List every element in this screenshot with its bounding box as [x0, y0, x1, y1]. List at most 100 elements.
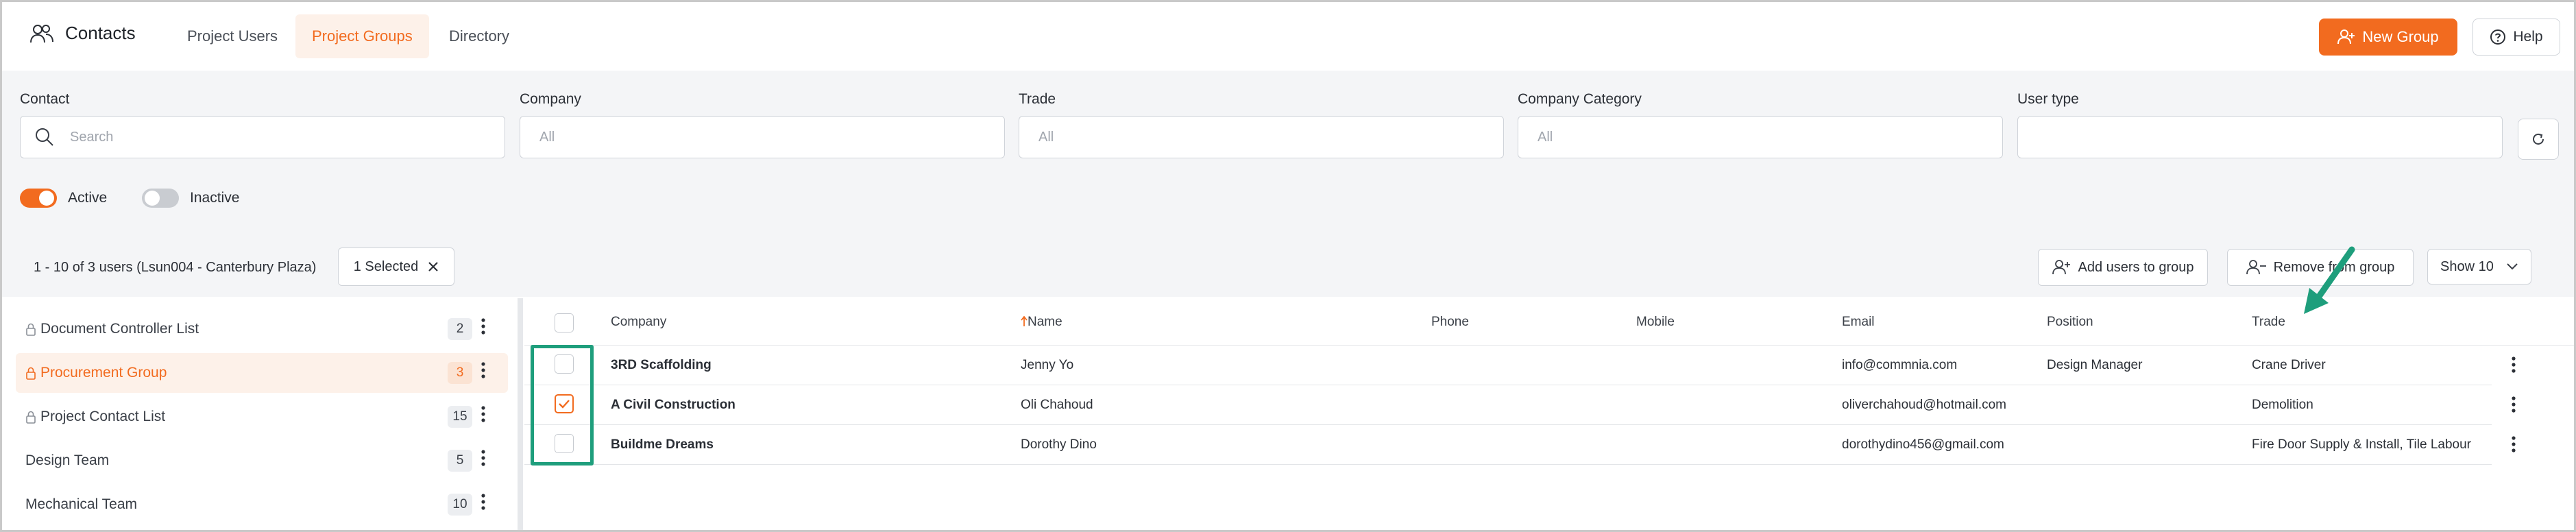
select-all-checkbox[interactable]: [555, 313, 574, 332]
panel-divider[interactable]: [518, 298, 523, 530]
group-item-label: Document Controller List: [25, 321, 199, 337]
group-item-label: Design Team: [25, 452, 109, 469]
search-icon: [36, 128, 53, 146]
company-category-select[interactable]: All: [1518, 116, 2003, 158]
tab-project-groups[interactable]: Project Groups: [295, 14, 429, 58]
tab-project-users[interactable]: Project Users: [171, 14, 294, 58]
cell-trade: Fire Door Supply & Install, Tile Labour: [2252, 437, 2471, 452]
cell-company: 3RD Scaffolding: [611, 358, 712, 372]
column-header-company[interactable]: Company: [611, 315, 666, 330]
active-toggle-group: Active: [20, 189, 107, 208]
trade-filter-label: Trade: [1019, 91, 1056, 107]
cell-name: Jenny Yo: [1021, 358, 1074, 372]
filter-panel: Contact Search Company All Trade All Com…: [2, 71, 2574, 314]
column-header-position[interactable]: Position: [2047, 315, 2093, 330]
group-name: Document Controller List: [40, 321, 199, 337]
column-header-trade[interactable]: Trade: [2252, 315, 2285, 330]
table-row[interactable]: Buildme Dreams Dorothy Dino dorothydino4…: [524, 424, 2516, 465]
more-options-icon[interactable]: [481, 317, 486, 335]
contact-search-input[interactable]: Search: [20, 116, 505, 158]
group-list: Document Controller List 2 Procurement G…: [2, 298, 518, 530]
group-count-badge: 2: [448, 318, 472, 340]
cell-trade: Crane Driver: [2252, 358, 2326, 372]
cell-email: oliverchahoud@hotmail.com: [1842, 398, 2007, 412]
row-more-options-icon[interactable]: [2511, 396, 2516, 413]
column-header-name-label: Name: [1028, 315, 1062, 329]
add-user-icon: [2052, 260, 2070, 275]
clear-selection-icon[interactable]: [428, 261, 439, 272]
column-header-mobile[interactable]: Mobile: [1636, 315, 1675, 330]
checkbox-highlight-annotation: [531, 345, 594, 466]
group-item-project-contact-list[interactable]: Project Contact List 15: [16, 397, 508, 437]
top-bar: Contacts Project Users Project Groups Di…: [2, 2, 2574, 71]
table-row[interactable]: A Civil Construction Oli Chahoud oliverc…: [524, 385, 2516, 425]
company-select-placeholder: All: [539, 129, 555, 145]
app-title-text: Contacts: [65, 23, 136, 43]
table-header: Company Name Phone Mobile Email Position…: [524, 298, 2574, 346]
sort-ascending-icon: [1021, 315, 1028, 326]
selected-count: 1 Selected: [353, 258, 419, 274]
trade-select-placeholder: All: [1038, 129, 1054, 145]
contacts-icon: [30, 24, 53, 43]
lock-icon: [26, 323, 36, 336]
refresh-icon: [2533, 133, 2544, 145]
more-options-icon[interactable]: [481, 493, 486, 511]
help-label: Help: [2513, 29, 2543, 45]
group-count-badge: 10: [448, 494, 472, 516]
group-item-mechanical-team[interactable]: Mechanical Team 10: [16, 485, 508, 524]
group-name: Project Contact List: [40, 409, 166, 424]
row-more-options-icon[interactable]: [2511, 356, 2516, 374]
cell-position: Design Manager: [2047, 358, 2143, 372]
app-window: Contacts Project Users Project Groups Di…: [0, 0, 2576, 532]
help-icon: [2490, 29, 2506, 45]
app-title: Contacts: [29, 23, 136, 44]
inactive-toggle[interactable]: [142, 189, 179, 208]
group-item-label: Mechanical Team: [25, 496, 137, 513]
column-header-email[interactable]: Email: [1842, 315, 1875, 330]
add-user-icon: [2337, 29, 2355, 45]
tab-directory[interactable]: Directory: [433, 14, 526, 58]
group-item-procurement-group[interactable]: Procurement Group 3: [16, 353, 508, 393]
new-group-button[interactable]: New Group: [2319, 19, 2457, 56]
group-count-badge: 3: [448, 362, 472, 384]
more-options-icon[interactable]: [481, 449, 486, 467]
users-table: Company Name Phone Mobile Email Position…: [524, 298, 2574, 530]
reset-filters-button[interactable]: [2518, 119, 2559, 160]
trade-select[interactable]: All: [1019, 116, 1504, 158]
chevron-down-icon: [2507, 263, 2518, 270]
row-more-options-icon[interactable]: [2511, 435, 2516, 453]
group-item-document-controller-list[interactable]: Document Controller List 2: [16, 309, 508, 349]
add-users-to-group-button[interactable]: Add users to group: [2038, 249, 2208, 286]
cell-email: info@commnia.com: [1842, 358, 1958, 372]
new-group-label: New Group: [2362, 28, 2439, 45]
column-header-phone[interactable]: Phone: [1431, 315, 1469, 330]
help-button[interactable]: Help: [2472, 19, 2560, 56]
group-name: Procurement Group: [40, 365, 167, 380]
group-name: Design Team: [25, 452, 110, 468]
cell-company: A Civil Construction: [611, 398, 736, 412]
add-users-label: Add users to group: [2078, 259, 2194, 275]
group-item-design-team[interactable]: Design Team 5: [16, 441, 508, 481]
more-options-icon[interactable]: [481, 405, 486, 423]
contact-search-placeholder: Search: [70, 129, 114, 145]
user-type-select[interactable]: [2017, 116, 2503, 158]
more-options-icon[interactable]: [481, 361, 486, 379]
group-item-label: Procurement Group: [25, 365, 167, 381]
company-category-placeholder: All: [1538, 129, 1553, 145]
table-row[interactable]: 3RD Scaffolding Jenny Yo info@commnia.co…: [524, 345, 2516, 385]
cell-email: dorothydino456@gmail.com: [1842, 437, 2004, 452]
column-header-name[interactable]: Name: [1021, 315, 1062, 330]
lock-icon: [26, 411, 36, 424]
page-size-select[interactable]: Show 10: [2427, 249, 2531, 285]
company-select[interactable]: All: [520, 116, 1005, 158]
results-count: 1 - 10 of 3 users (Lsun004 - Canterbury …: [34, 260, 317, 275]
user-type-filter-label: User type: [2017, 91, 2079, 107]
active-toggle[interactable]: [20, 189, 57, 208]
page-size-label: Show 10: [2440, 258, 2494, 274]
company-category-filter-label: Company Category: [1518, 91, 1642, 107]
contact-filter-label: Contact: [20, 91, 70, 107]
inactive-toggle-group: Inactive: [142, 189, 239, 208]
group-count-badge: 5: [448, 450, 472, 472]
group-name: Mechanical Team: [25, 496, 138, 512]
lock-icon: [26, 367, 36, 380]
